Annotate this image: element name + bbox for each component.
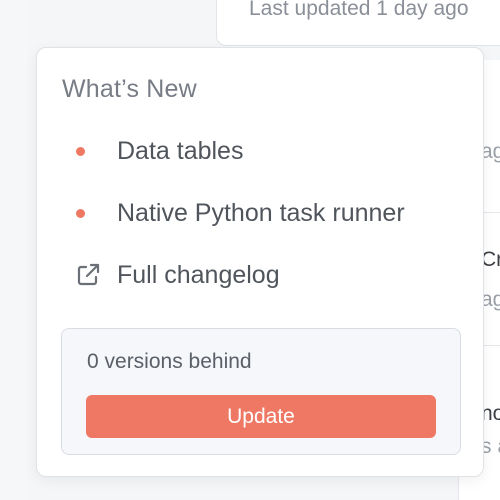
last-updated-text: Last updated 1 day ago [249,0,469,20]
external-link-icon [77,263,100,286]
background-sidebar [0,0,29,500]
whats-new-item-data-tables[interactable]: Data tables [74,133,243,169]
full-changelog-label: Full changelog [117,260,280,289]
bullet-dot-icon [76,146,85,156]
update-button[interactable]: Update [86,395,436,438]
whats-new-item-label: Native Python task runner [117,198,405,227]
update-panel: 0 versions behind Update [61,328,461,455]
whats-new-popover: What’s New Data tables Native Python tas… [36,47,484,477]
whats-new-item-python-runner[interactable]: Native Python task runner [74,195,405,231]
full-changelog-link[interactable]: Full changelog [74,257,280,293]
versions-behind-text: 0 versions behind [87,350,252,373]
popover-title: What’s New [62,75,197,103]
background-card: Last updated 1 day ago [216,0,500,46]
whats-new-item-label: Data tables [117,136,244,165]
bullet-dot-icon [76,208,85,218]
